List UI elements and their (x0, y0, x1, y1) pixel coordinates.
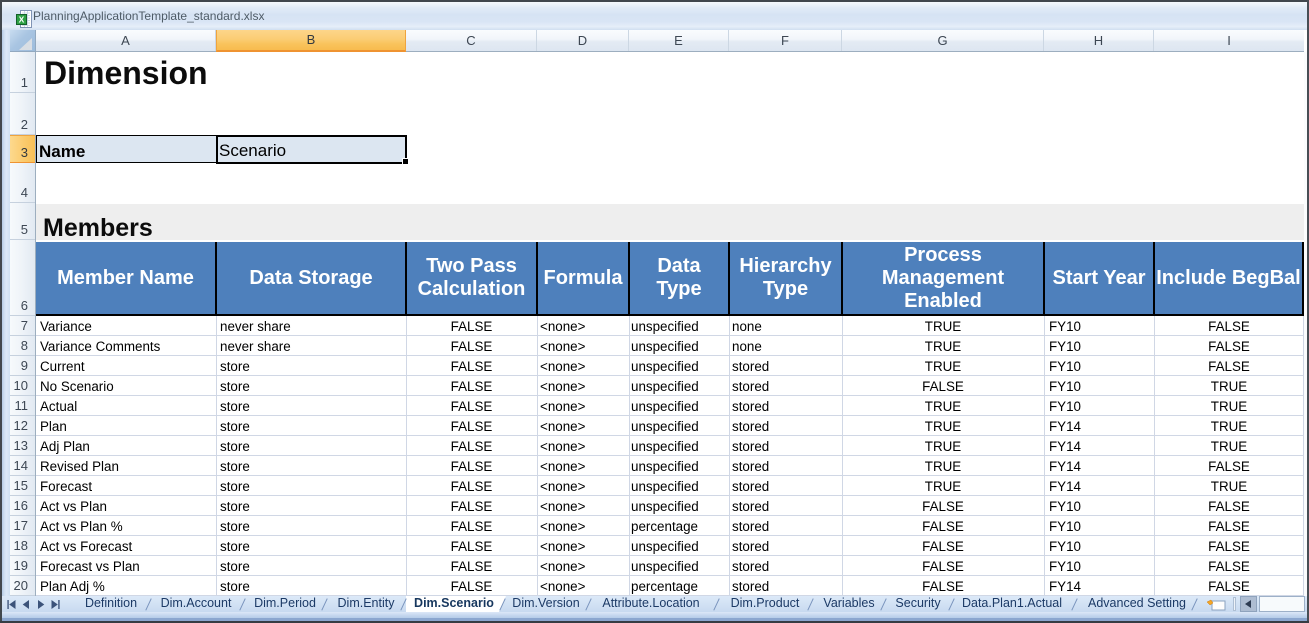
svg-text:X: X (19, 15, 25, 25)
